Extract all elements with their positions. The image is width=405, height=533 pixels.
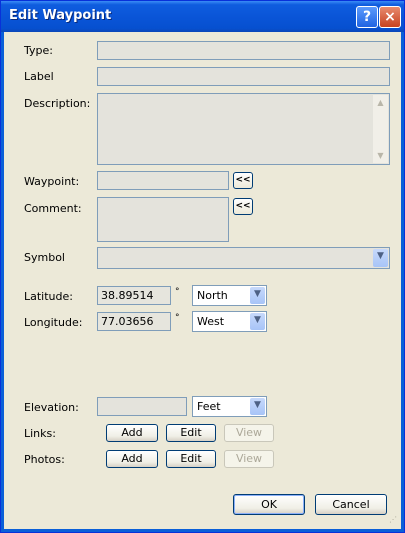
photos-edit-button[interactable]: Edit: [166, 450, 216, 468]
elevation-field[interactable]: [97, 397, 187, 416]
comment-label: Comment:: [24, 202, 82, 215]
latitude-field[interactable]: 38.89514: [97, 286, 171, 305]
latitude-direction-value: North: [197, 289, 228, 302]
type-label: Type:: [24, 44, 53, 57]
edit-waypoint-dialog: Edit Waypoint ? × Type: Label Descriptio…: [0, 0, 405, 533]
comment-field[interactable]: [97, 197, 229, 242]
longitude-direction-value: West: [197, 315, 225, 328]
longitude-label: Longitude:: [24, 316, 83, 329]
waypoint-label: Waypoint:: [24, 175, 80, 188]
label-label: Label: [24, 70, 54, 83]
photos-view-button[interactable]: View: [224, 450, 274, 468]
longitude-direction-select[interactable]: West ▼: [192, 311, 267, 332]
chevron-down-icon[interactable]: ▼: [373, 249, 388, 267]
photos-add-button[interactable]: Add: [106, 450, 158, 468]
scroll-up-icon[interactable]: ▲: [374, 96, 387, 109]
ok-button[interactable]: OK: [233, 494, 305, 515]
dialog-body: Type: Label Description: ▲ ▼ Waypoint: <…: [4, 32, 401, 529]
cancel-button[interactable]: Cancel: [315, 494, 387, 515]
window-title: Edit Waypoint: [9, 8, 112, 23]
label-field[interactable]: [97, 67, 390, 86]
photos-label: Photos:: [24, 453, 65, 466]
symbol-label: Symbol: [24, 251, 65, 264]
latitude-direction-select[interactable]: North ▼: [192, 285, 267, 306]
longitude-field[interactable]: 77.03656: [97, 312, 171, 331]
elevation-unit-select[interactable]: Feet ▼: [192, 396, 267, 417]
links-edit-button[interactable]: Edit: [166, 424, 216, 442]
copy-waypoint-button[interactable]: <<: [233, 172, 253, 189]
resize-grip-icon[interactable]: ⋰: [389, 516, 399, 527]
description-textarea[interactable]: ▲ ▼: [97, 93, 390, 165]
type-field[interactable]: [97, 41, 390, 60]
help-icon[interactable]: ?: [356, 6, 378, 28]
links-label: Links:: [24, 427, 56, 440]
chevron-down-icon[interactable]: ▼: [250, 398, 265, 415]
description-scrollbar[interactable]: ▲ ▼: [373, 95, 388, 163]
copy-comment-button[interactable]: <<: [233, 198, 253, 215]
title-bar[interactable]: Edit Waypoint ? ×: [1, 1, 404, 32]
symbol-select[interactable]: ▼: [97, 247, 390, 269]
description-label: Description:: [24, 97, 91, 110]
elevation-unit-value: Feet: [197, 400, 221, 413]
scroll-down-icon[interactable]: ▼: [374, 149, 387, 162]
elevation-label: Elevation:: [24, 401, 79, 414]
close-icon[interactable]: ×: [379, 6, 401, 28]
chevron-down-icon[interactable]: ▼: [250, 287, 265, 304]
links-add-button[interactable]: Add: [106, 424, 158, 442]
latitude-label: Latitude:: [24, 290, 73, 303]
latitude-degree-symbol: °: [175, 287, 180, 297]
waypoint-field[interactable]: [97, 171, 229, 190]
chevron-down-icon[interactable]: ▼: [250, 313, 265, 330]
longitude-degree-symbol: °: [175, 313, 180, 323]
links-view-button[interactable]: View: [224, 424, 274, 442]
